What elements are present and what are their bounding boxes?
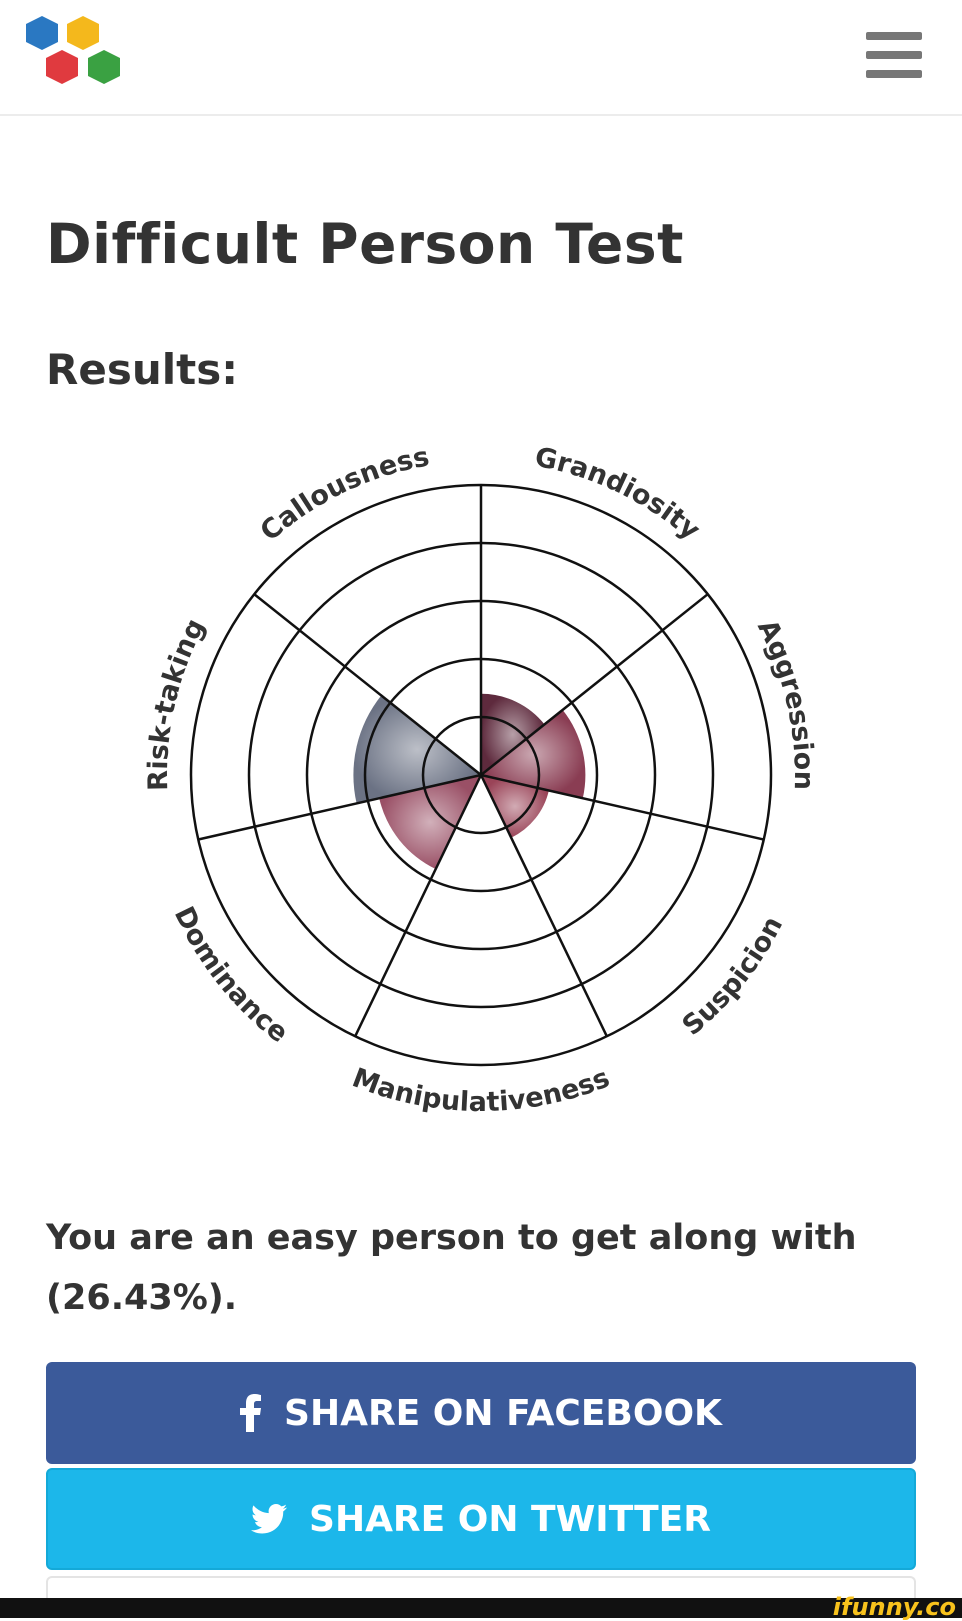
hexagon-logo-icon[interactable] (20, 16, 130, 98)
axis-label-grandiosity: Grandiosity (532, 442, 706, 547)
twitter-icon (251, 1504, 288, 1534)
facebook-icon (240, 1394, 262, 1432)
result-summary: You are an easy person to get along with… (46, 1218, 857, 1318)
top-header (0, 0, 962, 116)
share-twitter-button[interactable]: SHARE ON TWITTER (46, 1468, 916, 1570)
hamburger-menu-icon[interactable] (866, 32, 922, 78)
footer-bar (0, 1598, 962, 1618)
share-twitter-label: SHARE ON TWITTER (309, 1498, 711, 1540)
results-heading: Results: (46, 345, 238, 394)
axis-label-manipulativeness: Manipulativeness (348, 1062, 614, 1118)
chart-grid (189, 483, 773, 1067)
share-facebook-button[interactable]: SHARE ON FACEBOOK (46, 1362, 916, 1464)
watermark: ifunny.co (832, 1593, 956, 1621)
polar-area-chart: GrandiosityAggressionSuspicionManipulati… (143, 441, 819, 1118)
page-title: Difficult Person Test (46, 212, 684, 276)
share-facebook-label: SHARE ON FACEBOOK (284, 1392, 722, 1434)
axis-label-suspicion: Suspicion (677, 912, 789, 1042)
